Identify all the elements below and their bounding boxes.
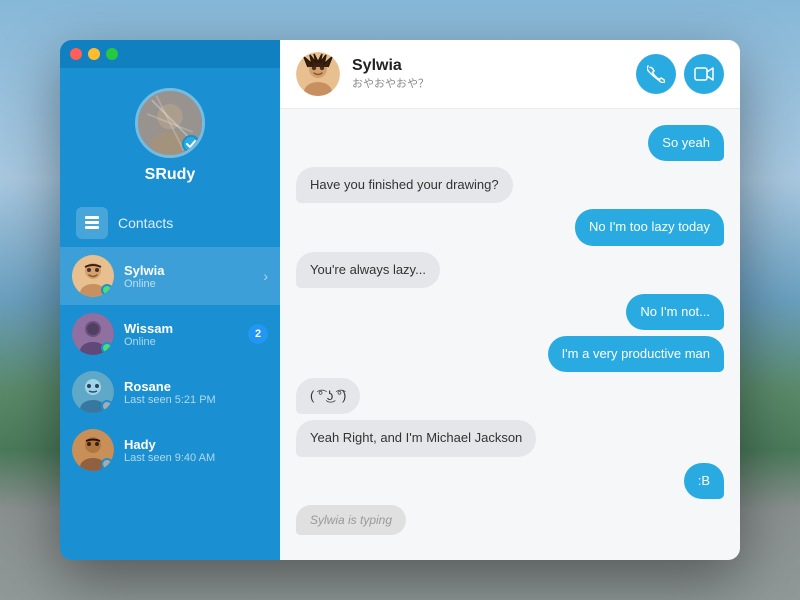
contact-avatar-hady <box>72 429 114 471</box>
chevron-right-icon: › <box>263 268 268 284</box>
wissam-name: Wissam <box>124 321 238 336</box>
window-controls <box>60 40 280 68</box>
chat-actions <box>636 54 724 94</box>
message-1: So yeah <box>648 125 724 161</box>
message-7: ( ͡° ͜ʖ ͡°) <box>296 378 360 414</box>
hady-info: Hady Last seen 9:40 AM <box>124 437 268 464</box>
contacts-nav[interactable]: Contacts <box>60 199 280 247</box>
rosane-status-dot <box>101 400 113 412</box>
contacts-icon <box>76 207 108 239</box>
message-9: :B <box>684 463 724 499</box>
phone-button[interactable] <box>636 54 676 94</box>
hady-status-dot <box>101 458 113 470</box>
message-bubble-1: So yeah <box>648 125 724 161</box>
username: SRudy <box>145 166 196 184</box>
wissam-status: Online <box>124 336 238 348</box>
wissam-status-dot <box>101 342 113 354</box>
message-4: You're always lazy... <box>296 252 440 288</box>
contact-item-sylwia[interactable]: Sylwia Online › <box>60 247 280 305</box>
app-window: SRudy Contacts <box>60 40 740 560</box>
message-bubble-8: Yeah Right, and I'm Michael Jackson <box>296 420 536 456</box>
chat-contact-info: Sylwia おやおやおや？ <box>352 57 624 91</box>
rosane-name: Rosane <box>124 379 268 394</box>
video-button[interactable] <box>684 54 724 94</box>
message-bubble-2: Have you finished your drawing? <box>296 167 513 203</box>
chat-contact-name: Sylwia <box>352 57 624 75</box>
message-bubble-3: No I'm too lazy today <box>575 209 724 245</box>
sylwia-status: Online <box>124 278 253 290</box>
sylwia-status-dot <box>101 284 113 296</box>
sidebar: SRudy Contacts <box>60 40 280 560</box>
close-button[interactable] <box>70 48 82 60</box>
contact-avatar-wissam <box>72 313 114 355</box>
chat-panel: Sylwia おやおやおや？ So ye <box>280 40 740 560</box>
messages-area[interactable]: So yeah Have you finished your drawing? … <box>280 109 740 560</box>
sylwia-info: Sylwia Online <box>124 263 253 290</box>
message-5: No I'm not... <box>626 294 724 330</box>
message-6: I'm a very productive man <box>548 336 724 372</box>
typing-indicator: Sylwia is typing <box>296 505 406 535</box>
message-bubble-4: You're always lazy... <box>296 252 440 288</box>
hady-name: Hady <box>124 437 268 452</box>
maximize-button[interactable] <box>106 48 118 60</box>
contact-avatar-sylwia <box>72 255 114 297</box>
rosane-status: Last seen 5:21 PM <box>124 394 268 406</box>
rosane-info: Rosane Last seen 5:21 PM <box>124 379 268 406</box>
contact-item-wissam[interactable]: Wissam Online 2 <box>60 305 280 363</box>
contact-item-hady[interactable]: Hady Last seen 9:40 AM <box>60 421 280 479</box>
sidebar-content: SRudy Contacts <box>60 68 280 560</box>
message-bubble-5: No I'm not... <box>626 294 724 330</box>
message-bubble-7: ( ͡° ͜ʖ ͡°) <box>296 378 360 414</box>
contact-list: Sylwia Online › <box>60 247 280 560</box>
message-bubble-9: :B <box>684 463 724 499</box>
wissam-info: Wissam Online <box>124 321 238 348</box>
message-3: No I'm too lazy today <box>575 209 724 245</box>
message-2: Have you finished your drawing? <box>296 167 513 203</box>
message-bubble-6: I'm a very productive man <box>548 336 724 372</box>
hady-status: Last seen 9:40 AM <box>124 452 268 464</box>
chat-header: Sylwia おやおやおや？ <box>280 40 740 109</box>
chat-contact-sub: おやおやおや？ <box>352 75 624 91</box>
chat-contact-avatar <box>296 52 340 96</box>
user-profile: SRudy <box>60 68 280 199</box>
user-avatar <box>135 88 205 158</box>
sylwia-name: Sylwia <box>124 263 253 278</box>
contact-item-rosane[interactable]: Rosane Last seen 5:21 PM <box>60 363 280 421</box>
wissam-badge: 2 <box>248 324 268 344</box>
verified-badge <box>182 135 200 153</box>
contacts-label: Contacts <box>118 215 173 231</box>
contact-avatar-rosane <box>72 371 114 413</box>
minimize-button[interactable] <box>88 48 100 60</box>
message-8: Yeah Right, and I'm Michael Jackson <box>296 420 536 456</box>
